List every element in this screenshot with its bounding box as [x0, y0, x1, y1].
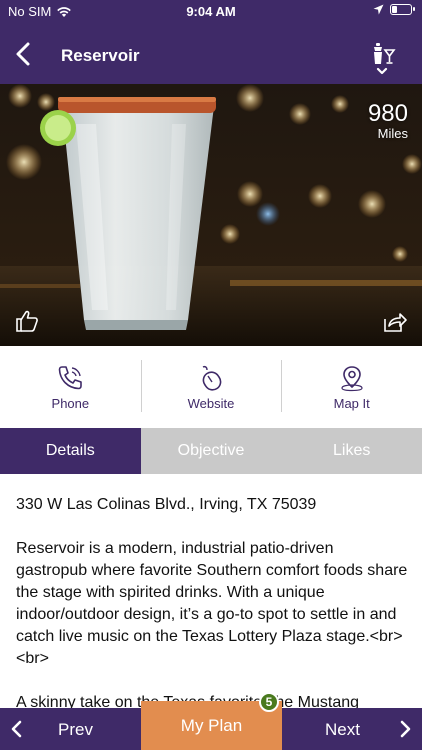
clock: 9:04 AM [186, 4, 236, 19]
status-right [373, 4, 415, 15]
phone-label: Phone [51, 396, 90, 411]
phone-button[interactable]: Phone [0, 346, 141, 428]
mouse-icon [202, 365, 222, 391]
back-chevron-icon[interactable] [12, 40, 36, 68]
status-bar: No SIM 9:04 AM [0, 0, 422, 22]
nav-bar: Reservoir [0, 22, 422, 84]
map-pin-icon [341, 366, 363, 392]
location-arrow-icon [373, 4, 384, 15]
venue-description: Reservoir is a modern, industrial patio-… [16, 540, 408, 667]
distance-value: 980 [367, 100, 408, 127]
thumbs-up-icon[interactable] [14, 308, 40, 334]
next-label: Next [325, 720, 360, 739]
tab-details[interactable]: Details [0, 428, 141, 474]
next-button[interactable]: Next [282, 708, 422, 750]
contact-actions: Phone Website Map It [0, 346, 422, 428]
prev-label: Prev [58, 720, 93, 739]
chevron-left-icon [11, 720, 22, 738]
chevron-right-icon [400, 720, 411, 738]
tab-objective[interactable]: Objective [140, 428, 282, 474]
website-label: Website [187, 396, 235, 411]
distance-readout: 980 Miles [367, 100, 408, 142]
cocktail-shaker-menu-icon[interactable] [368, 42, 396, 78]
detail-tabs: Details Objective Likes [0, 428, 422, 474]
website-button[interactable]: Website [140, 346, 282, 428]
phone-icon [59, 366, 83, 390]
page-title: Reservoir [61, 46, 140, 65]
map-it-button[interactable]: Map It [281, 346, 422, 428]
share-icon[interactable] [382, 310, 408, 334]
battery-icon [390, 4, 415, 15]
venue-address: 330 W Las Colinas Blvd., Irving, TX 7503… [16, 496, 317, 513]
plan-count-badge: 5 [259, 692, 279, 712]
venue-photo: 980 Miles [0, 84, 422, 346]
map-it-label: Map It [333, 396, 370, 411]
distance-unit: Miles [377, 126, 408, 141]
tab-likes[interactable]: Likes [281, 428, 422, 474]
cocktail-photo [0, 84, 422, 346]
details-content: 330 W Las Colinas Blvd., Irving, TX 7503… [16, 494, 408, 736]
prev-button[interactable]: Prev [0, 708, 140, 750]
